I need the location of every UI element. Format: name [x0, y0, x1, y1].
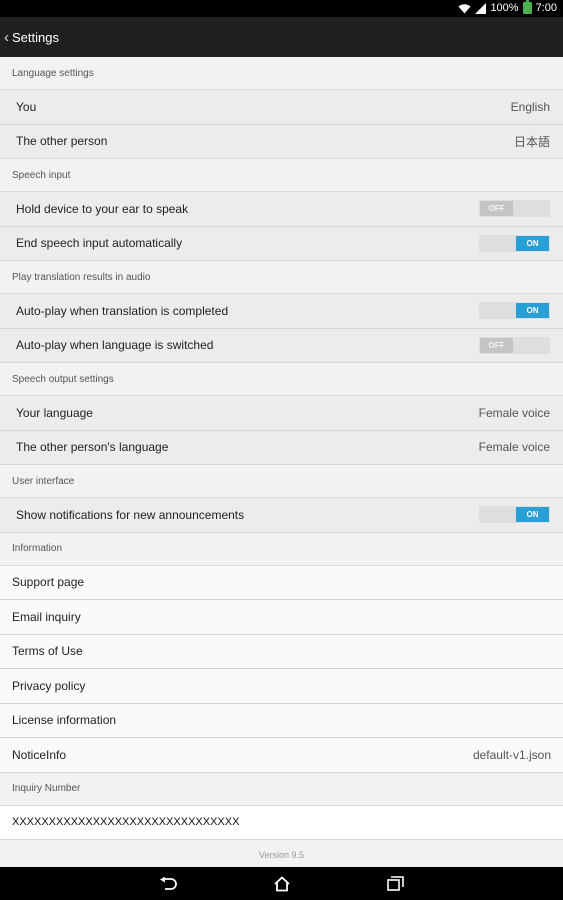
toggle-state: ON — [516, 235, 549, 251]
info-row-terms[interactable]: Terms of Use — [0, 634, 563, 669]
nav-back-button[interactable] — [111, 876, 225, 891]
info-row-email[interactable]: Email inquiry — [0, 600, 563, 635]
setting-value: Female voice — [478, 440, 550, 455]
battery-percent: 100% — [490, 2, 519, 14]
setting-row-other-language[interactable]: The other person's language Female voice — [0, 430, 563, 465]
nav-home-icon — [273, 875, 291, 892]
info-label: Support page — [12, 575, 85, 590]
section-header-play-audio: Play translation results in audio — [0, 261, 563, 294]
toggle-state: ON — [516, 303, 549, 319]
section-header-speech-output: Speech output settings — [0, 363, 563, 396]
info-row-support[interactable]: Support page — [0, 565, 563, 600]
section-header-speech-input: Speech input — [0, 159, 563, 192]
info-row-license[interactable]: License information — [0, 703, 563, 738]
nav-home-button[interactable] — [225, 875, 339, 892]
section-header-information: Information — [0, 532, 563, 566]
info-label: Email inquiry — [12, 609, 81, 624]
back-chevron-icon: ‹ — [4, 28, 9, 46]
battery-icon — [522, 0, 532, 14]
info-value: default-v1.json — [472, 747, 551, 762]
section-header-user-interface: User interface — [0, 465, 563, 498]
info-label: NoticeInfo — [12, 747, 67, 762]
hold-device-toggle[interactable]: OFF — [479, 200, 550, 218]
inquiry-number-value: XXXXXXXXXXXXXXXXXXXXXXXXXXXXXXX — [0, 805, 563, 840]
notifications-toggle[interactable]: ON — [479, 506, 550, 524]
setting-label: Show notifications for new announcements — [16, 507, 245, 522]
page-title: Settings — [12, 29, 59, 45]
setting-row-end-speech: End speech input automatically ON — [0, 226, 563, 261]
setting-row-other-person[interactable]: The other person 日本語 — [0, 124, 563, 159]
setting-label: Your language — [16, 405, 93, 420]
setting-label: The other person's language — [16, 440, 169, 455]
wifi-icon — [458, 3, 471, 14]
status-bar: 100% 7:00 — [0, 0, 563, 17]
setting-row-your-language[interactable]: Your language Female voice — [0, 396, 563, 431]
nav-back-icon — [159, 876, 177, 891]
setting-row-autoplay-completed: Auto-play when translation is completed … — [0, 294, 563, 329]
settings-list[interactable]: Language settings You English The other … — [0, 57, 563, 867]
navigation-bar — [0, 867, 563, 900]
info-row-notice[interactable]: NoticeInfo default-v1.json — [0, 738, 563, 773]
setting-row-hold-device: Hold device to your ear to speak OFF — [0, 192, 563, 227]
setting-label: Auto-play when language is switched — [16, 338, 214, 353]
back-button[interactable]: ‹ Settings — [0, 17, 59, 57]
autoplay-switched-toggle[interactable]: OFF — [479, 336, 550, 354]
toggle-state: ON — [516, 507, 549, 523]
toggle-state: OFF — [480, 337, 513, 353]
setting-row-autoplay-switched: Auto-play when language is switched OFF — [0, 328, 563, 363]
signal-icon — [475, 2, 487, 14]
toggle-state: OFF — [480, 201, 513, 217]
section-header-inquiry: Inquiry Number — [0, 772, 563, 806]
status-icons: 100% 7:00 — [458, 0, 557, 14]
nav-recents-icon — [387, 876, 404, 891]
setting-row-notifications: Show notifications for new announcements… — [0, 498, 563, 533]
section-header-language: Language settings — [0, 57, 563, 90]
clock: 7:00 — [535, 2, 557, 14]
setting-label: End speech input automatically — [16, 236, 183, 251]
nav-recents-button[interactable] — [339, 876, 453, 891]
setting-row-you[interactable]: You English — [0, 90, 563, 125]
setting-label: Auto-play when translation is completed — [16, 303, 229, 318]
action-bar: ‹ Settings — [0, 17, 563, 57]
info-row-privacy[interactable]: Privacy policy — [0, 669, 563, 704]
setting-label: You — [16, 99, 37, 114]
info-label: License information — [12, 713, 117, 728]
end-speech-toggle[interactable]: ON — [479, 234, 550, 252]
setting-value: 日本語 — [513, 134, 550, 149]
setting-label: Hold device to your ear to speak — [16, 201, 189, 216]
autoplay-completed-toggle[interactable]: ON — [479, 302, 550, 320]
setting-value: Female voice — [478, 405, 550, 420]
setting-label: The other person — [16, 134, 108, 149]
info-label: Privacy policy — [12, 678, 86, 693]
setting-value: English — [510, 99, 550, 114]
info-label: Terms of Use — [12, 644, 83, 659]
version-label: Version 9.5 — [258, 849, 305, 860]
